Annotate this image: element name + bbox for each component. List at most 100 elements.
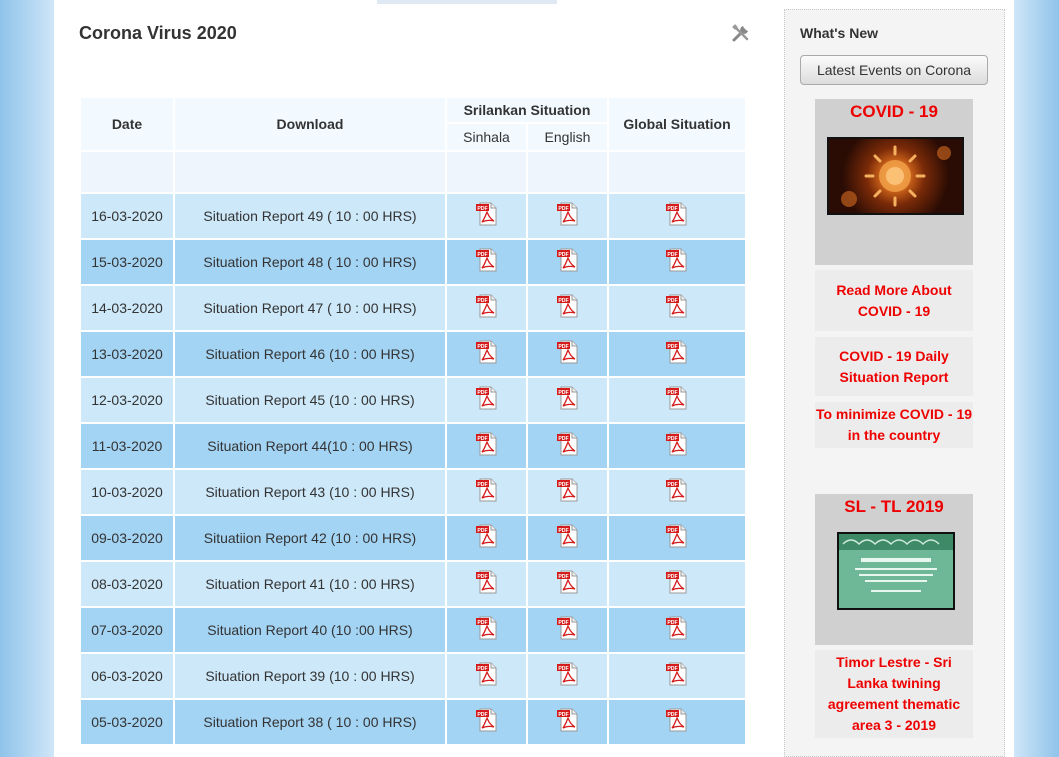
global-pdf-link[interactable]: PDF bbox=[665, 294, 689, 318]
table-row: 07-03-2020 Situation Report 40 (10 :00 HR… bbox=[81, 608, 745, 652]
covid-daily-report-link[interactable]: COVID - 19 Daily Situation Report bbox=[815, 337, 973, 396]
english-pdf-link[interactable]: PDF bbox=[556, 616, 580, 640]
pdf-icon: PDF bbox=[475, 202, 496, 226]
english-pdf-link[interactable]: PDF bbox=[556, 248, 580, 272]
english-pdf-link[interactable]: PDF bbox=[556, 386, 580, 410]
global-pdf-link[interactable]: PDF bbox=[665, 432, 689, 456]
pdf-icon: PDF bbox=[666, 202, 687, 226]
date-cell: 14-03-2020 bbox=[81, 286, 173, 330]
sinhala-pdf-link[interactable]: PDF bbox=[475, 202, 499, 226]
sltl-card[interactable]: SL - TL 2019 bbox=[815, 494, 973, 645]
sinhala-pdf-link[interactable]: PDF bbox=[475, 294, 499, 318]
top-tab[interactable] bbox=[377, 0, 557, 4]
global-pdf-cell: PDF bbox=[609, 470, 745, 514]
global-pdf-cell: PDF bbox=[609, 194, 745, 238]
pdf-icon: PDF bbox=[475, 248, 496, 272]
report-title-cell: Situation Report 45 (10 : 00 HRS) bbox=[175, 378, 445, 422]
table-row: 10-03-2020 Situation Report 43 (10 : 00 H… bbox=[81, 470, 745, 514]
sinhala-pdf-link[interactable]: PDF bbox=[475, 386, 499, 410]
english-pdf-link[interactable]: PDF bbox=[556, 432, 580, 456]
english-pdf-cell: PDF bbox=[528, 424, 607, 468]
sinhala-pdf-link[interactable]: PDF bbox=[475, 570, 499, 594]
minimize-covid-link[interactable]: To minimize COVID - 19 in the country bbox=[815, 402, 973, 448]
date-cell: 05-03-2020 bbox=[81, 700, 173, 744]
global-pdf-cell: PDF bbox=[609, 654, 745, 698]
download-header: Download bbox=[175, 98, 445, 150]
english-pdf-link[interactable]: PDF bbox=[556, 524, 580, 548]
global-pdf-link[interactable]: PDF bbox=[665, 524, 689, 548]
sinhala-pdf-link[interactable]: PDF bbox=[475, 662, 499, 686]
sinhala-pdf-link[interactable]: PDF bbox=[475, 248, 499, 272]
svg-text:PDF: PDF bbox=[558, 528, 568, 534]
global-pdf-link[interactable]: PDF bbox=[665, 570, 689, 594]
read-more-covid-link[interactable]: Read More About COVID - 19 bbox=[815, 270, 973, 331]
svg-text:PDF: PDF bbox=[667, 528, 677, 534]
pdf-icon: PDF bbox=[475, 662, 496, 686]
global-pdf-cell: PDF bbox=[609, 332, 745, 376]
sinhala-pdf-link[interactable]: PDF bbox=[475, 616, 499, 640]
global-pdf-link[interactable]: PDF bbox=[665, 708, 689, 732]
english-pdf-link[interactable]: PDF bbox=[556, 202, 580, 226]
global-pdf-link[interactable]: PDF bbox=[665, 616, 689, 640]
sinhala-pdf-link[interactable]: PDF bbox=[475, 524, 499, 548]
english-pdf-cell: PDF bbox=[528, 654, 607, 698]
pdf-icon: PDF bbox=[556, 662, 577, 686]
global-pdf-link[interactable]: PDF bbox=[665, 386, 689, 410]
english-pdf-link[interactable]: PDF bbox=[556, 340, 580, 364]
pdf-icon: PDF bbox=[666, 708, 687, 732]
latest-events-button[interactable]: Latest Events on Corona bbox=[800, 55, 988, 85]
sinhala-pdf-cell: PDF bbox=[447, 286, 526, 330]
pdf-icon: PDF bbox=[556, 248, 577, 272]
date-cell: 12-03-2020 bbox=[81, 378, 173, 422]
svg-text:PDF: PDF bbox=[667, 666, 677, 672]
whats-new-heading: What's New bbox=[800, 25, 879, 41]
covid-card[interactable]: COVID - 19 bbox=[815, 99, 973, 265]
english-pdf-cell: PDF bbox=[528, 608, 607, 652]
english-pdf-link[interactable]: PDF bbox=[556, 570, 580, 594]
report-title-cell: Situation Report 39 (10 : 00 HRS) bbox=[175, 654, 445, 698]
svg-text:PDF: PDF bbox=[477, 298, 487, 304]
sltl-image[interactable] bbox=[837, 532, 955, 610]
svg-text:PDF: PDF bbox=[558, 206, 568, 212]
tools-icon[interactable] bbox=[730, 22, 752, 44]
english-pdf-cell: PDF bbox=[528, 286, 607, 330]
sinhala-pdf-link[interactable]: PDF bbox=[475, 478, 499, 502]
pdf-icon: PDF bbox=[556, 524, 577, 548]
sinhala-pdf-cell: PDF bbox=[447, 608, 526, 652]
covid-virus-image[interactable] bbox=[827, 137, 964, 215]
pdf-icon: PDF bbox=[666, 248, 687, 272]
global-pdf-link[interactable]: PDF bbox=[665, 478, 689, 502]
english-pdf-cell: PDF bbox=[528, 332, 607, 376]
svg-text:PDF: PDF bbox=[477, 390, 487, 396]
svg-text:PDF: PDF bbox=[477, 206, 487, 212]
timor-leste-link[interactable]: Timor Lestre - Sri Lanka twining agreeme… bbox=[815, 650, 973, 738]
report-title-cell: Situation Report 48 ( 10 : 00 HRS) bbox=[175, 240, 445, 284]
svg-text:PDF: PDF bbox=[558, 712, 568, 718]
svg-text:PDF: PDF bbox=[667, 344, 677, 350]
date-cell: 08-03-2020 bbox=[81, 562, 173, 606]
report-title-cell: Situation Report 40 (10 :00 HRS) bbox=[175, 608, 445, 652]
srilankan-situation-header: Srilankan Situation bbox=[447, 98, 607, 122]
global-pdf-link[interactable]: PDF bbox=[665, 248, 689, 272]
sltl-card-title: SL - TL 2019 bbox=[844, 497, 944, 516]
svg-text:PDF: PDF bbox=[667, 252, 677, 258]
global-pdf-link[interactable]: PDF bbox=[665, 662, 689, 686]
sltl-illustration bbox=[839, 534, 953, 592]
table-row: 06-03-2020 Situation Report 39 (10 : 00 H… bbox=[81, 654, 745, 698]
sinhala-pdf-link[interactable]: PDF bbox=[475, 340, 499, 364]
global-pdf-link[interactable]: PDF bbox=[665, 340, 689, 364]
english-pdf-link[interactable]: PDF bbox=[556, 478, 580, 502]
english-pdf-link[interactable]: PDF bbox=[556, 708, 580, 732]
sinhala-pdf-cell: PDF bbox=[447, 424, 526, 468]
english-pdf-cell: PDF bbox=[528, 378, 607, 422]
svg-text:PDF: PDF bbox=[477, 482, 487, 488]
english-pdf-link[interactable]: PDF bbox=[556, 294, 580, 318]
sinhala-pdf-link[interactable]: PDF bbox=[475, 708, 499, 732]
svg-text:PDF: PDF bbox=[558, 620, 568, 626]
global-pdf-link[interactable]: PDF bbox=[665, 202, 689, 226]
english-pdf-link[interactable]: PDF bbox=[556, 662, 580, 686]
sinhala-pdf-link[interactable]: PDF bbox=[475, 432, 499, 456]
reports-table-body: 16-03-2020 Situation Report 49 ( 10 : 00 … bbox=[81, 152, 745, 744]
svg-text:PDF: PDF bbox=[667, 482, 677, 488]
svg-text:PDF: PDF bbox=[667, 436, 677, 442]
